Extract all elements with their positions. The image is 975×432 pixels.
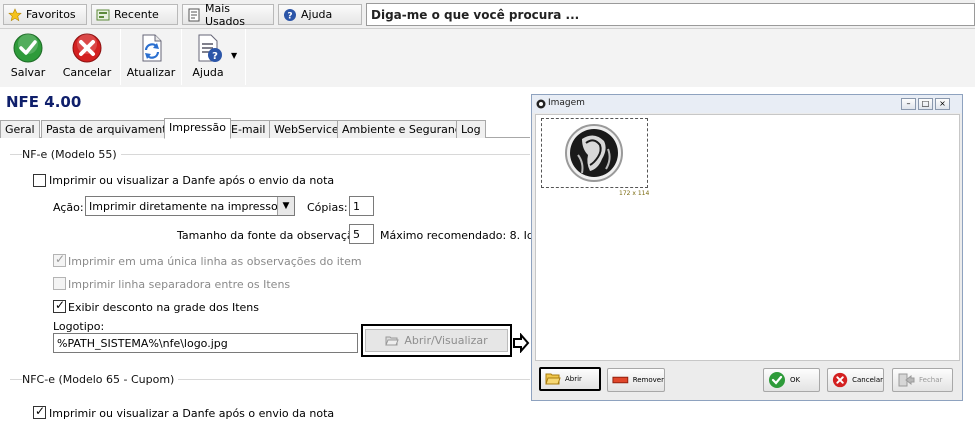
dialog-title: Imagem	[548, 98, 585, 108]
show-discount-label: Exibir desconto na grade dos Itens	[68, 301, 260, 314]
folder-open-icon	[385, 336, 400, 345]
help-label: Ajuda	[192, 66, 224, 79]
maximize-button[interactable]: □	[918, 98, 933, 110]
exit-door-icon	[898, 373, 915, 387]
search-input[interactable]: Diga-me o que você procura ...	[366, 3, 975, 26]
logo-path-input[interactable]: %PATH_SISTEMA%\nfe\logo.jpg	[53, 333, 358, 353]
nfe-print-after-send-checkbox[interactable]	[33, 174, 46, 187]
recent-label: Recente	[114, 8, 159, 21]
refresh-icon	[142, 34, 162, 62]
help-quick-label: Ajuda	[301, 8, 333, 21]
page-title: NFE 4.00	[6, 93, 82, 111]
separator-line-checkbox[interactable]	[53, 277, 66, 290]
folder-icon	[545, 373, 561, 385]
tab-email[interactable]: E-mail	[226, 120, 271, 138]
refresh-button[interactable]: Atualizar	[126, 29, 176, 85]
copies-label: Cópias:	[307, 201, 348, 214]
nfce-print-after-send-checkbox[interactable]: ✓	[33, 404, 46, 419]
toolbar-separator	[120, 29, 121, 85]
most-used-button[interactable]: Mais Usados	[182, 1, 274, 28]
tab-webservice[interactable]: WebService	[269, 120, 344, 138]
tab-geral[interactable]: Geral	[0, 120, 40, 138]
image-size-text: 172 x 114	[619, 190, 650, 197]
help-document-icon: ?	[198, 34, 222, 62]
toolbar-separator	[181, 29, 182, 85]
main-toolbar: Salvar Cancelar Atualizar ? Ajuda ▼	[0, 29, 975, 87]
favorites-bar: Favoritos Recente Mais Usados ? Ajuda Di…	[0, 0, 975, 29]
help-button[interactable]: ? Ajuda	[188, 29, 228, 85]
open-image-label: Abrir	[565, 375, 582, 383]
save-button[interactable]: Salvar	[4, 29, 52, 85]
recent-button[interactable]: Recente	[91, 4, 178, 25]
most-used-label: Mais Usados	[205, 1, 245, 28]
show-discount-checkbox[interactable]: ✓	[53, 298, 66, 313]
dialog-cancel-button[interactable]: Cancelar	[827, 368, 884, 392]
help-dropdown-icon[interactable]: ▼	[231, 51, 237, 60]
tab-pasta-de-arquivamento[interactable]: Pasta de arquivamento	[41, 120, 179, 138]
favorites-label: Favoritos	[26, 8, 76, 21]
separator-line-label: Imprimir linha separadora entre os Itens	[68, 278, 291, 291]
recent-icon	[96, 9, 110, 20]
image-preview-area: 172 x 114	[535, 114, 960, 361]
logo-image	[565, 124, 623, 182]
nfe-print-after-send-label: Imprimir ou visualizar a Danfe após o en…	[49, 174, 335, 187]
ok-label: OK	[790, 376, 801, 384]
tab-strip: Geral Pasta de arquivamento Impressão E-…	[0, 118, 530, 139]
cancel-icon	[832, 372, 848, 388]
open-view-button[interactable]: Abrir/Visualizar	[365, 329, 508, 352]
font-size-input[interactable]: 5	[349, 224, 374, 244]
star-icon	[8, 7, 22, 21]
svg-text:?: ?	[287, 11, 292, 21]
checkmark-icon: ✓	[55, 298, 66, 312]
close-dialog-button[interactable]: Fechar	[892, 368, 953, 392]
action-label: Ação:	[53, 201, 84, 214]
font-size-label: Tamanho da fonte da observação:	[177, 229, 365, 242]
copies-input[interactable]: 1	[349, 196, 374, 216]
cancel-label: Cancelar	[62, 66, 112, 79]
check-icon	[769, 372, 785, 388]
remove-image-button[interactable]: Remover	[607, 368, 665, 392]
single-line-checkbox[interactable]: ✓	[53, 252, 66, 267]
refresh-label: Atualizar	[126, 66, 176, 79]
toolbar-separator	[245, 29, 246, 85]
image-dialog: Imagem – □ × 172 x 114 Abrir Remover OK	[531, 94, 963, 401]
dialog-cancel-label: Cancelar	[852, 376, 883, 384]
nfce-print-after-send-label: Imprimir ou visualizar a Danfe após o en…	[49, 407, 335, 420]
svg-text:?: ?	[212, 51, 218, 62]
save-label: Salvar	[10, 66, 46, 79]
open-image-button[interactable]: Abrir	[539, 367, 601, 391]
check-icon	[13, 33, 43, 63]
remove-icon	[612, 376, 629, 384]
remove-image-label: Remover	[632, 376, 664, 384]
tab-ambiente-e-seguranca[interactable]: Ambiente e Segurança	[337, 120, 473, 138]
open-view-highlight: Abrir/Visualizar	[361, 324, 512, 357]
open-view-label: Abrir/Visualizar	[404, 334, 488, 347]
help-quick-button[interactable]: ? Ajuda	[278, 4, 362, 25]
checkmark-icon: ✓	[35, 404, 46, 418]
tab-log[interactable]: Log	[456, 120, 486, 138]
chevron-down-icon[interactable]: ▼	[277, 197, 294, 215]
image-frame[interactable]	[541, 118, 648, 188]
checkmark-icon: ✓	[55, 252, 66, 266]
action-select[interactable]: Imprimir diretamente na impressora pad ▼	[85, 196, 295, 216]
app-icon	[536, 99, 546, 109]
nfce-group-title: NFC-e (Modelo 65 - Cupom)	[22, 373, 179, 386]
help-icon: ?	[284, 8, 296, 21]
dialog-title-bar: Imagem – □ ×	[532, 95, 962, 113]
cancel-icon	[72, 33, 102, 63]
minimize-button[interactable]: –	[901, 98, 916, 110]
action-select-value: Imprimir diretamente na impressora pad	[89, 200, 295, 213]
nfe-group-title: NF-e (Modelo 55)	[22, 148, 121, 161]
arrow-right-icon	[513, 333, 530, 353]
max-recommended-text: Máximo recomendado: 8. Ideal	[380, 229, 551, 242]
document-icon	[188, 8, 200, 21]
single-line-label: Imprimir em uma única linha as observaçõ…	[68, 255, 362, 268]
ok-button[interactable]: OK	[763, 368, 820, 392]
close-window-button[interactable]: ×	[935, 98, 950, 110]
favorites-button[interactable]: Favoritos	[3, 4, 87, 25]
cancel-button[interactable]: Cancelar	[60, 29, 114, 85]
tab-impressao[interactable]: Impressão	[164, 118, 231, 139]
logo-label: Logotipo:	[53, 320, 105, 333]
close-dialog-label: Fechar	[919, 376, 943, 384]
